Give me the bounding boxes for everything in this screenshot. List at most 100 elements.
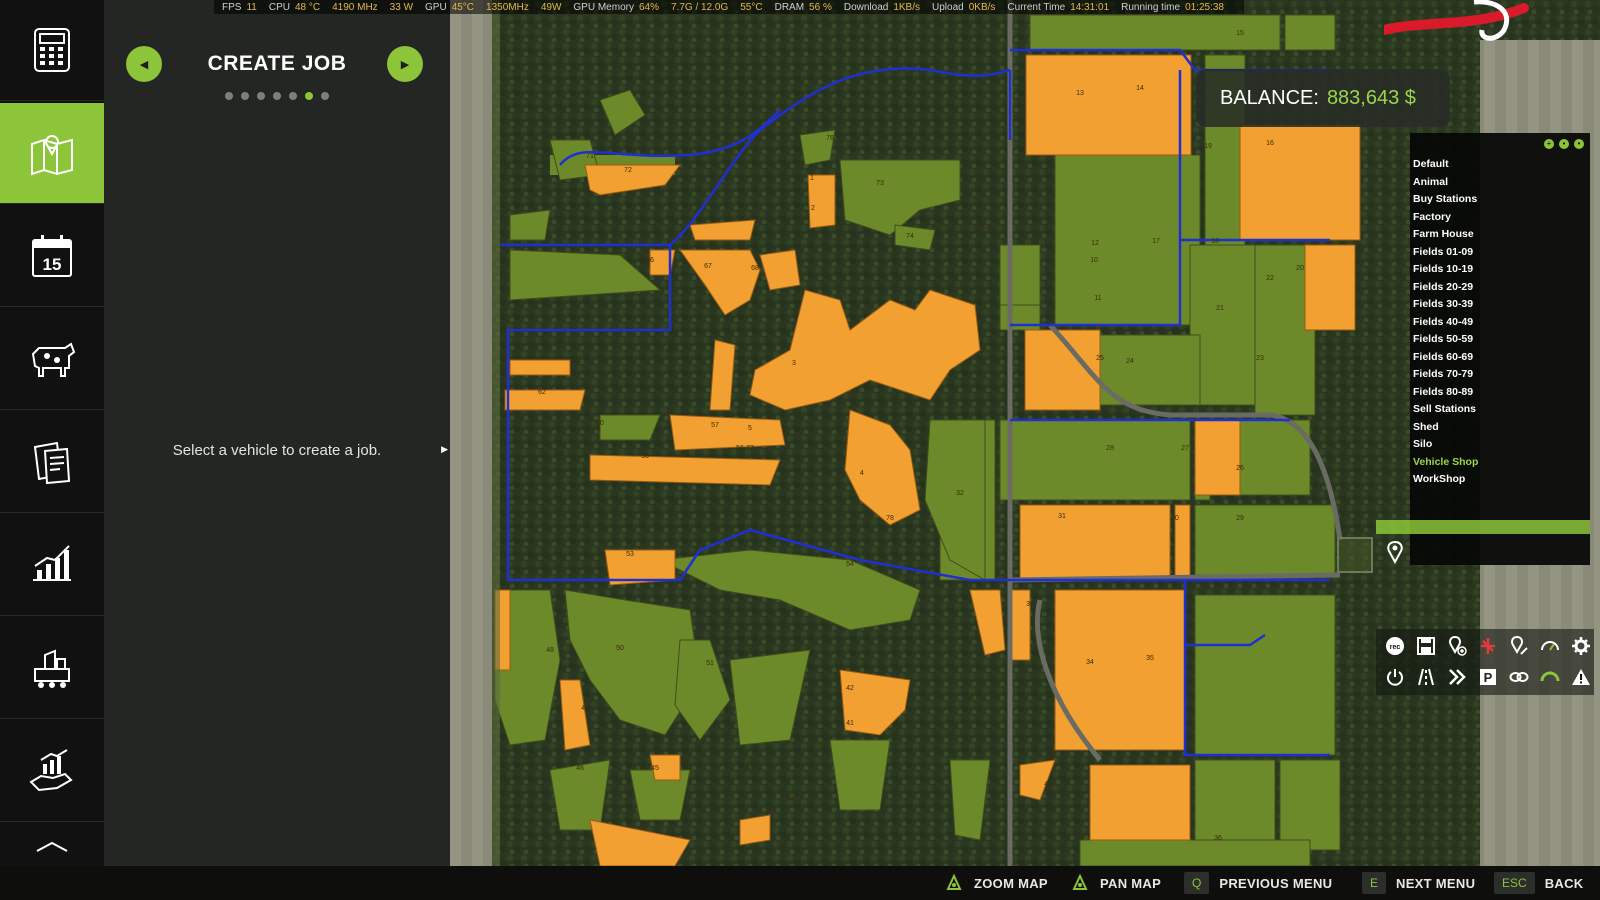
previous-page-button[interactable]: ◀: [126, 46, 162, 82]
field-number-label[interactable]: 51: [706, 660, 714, 667]
close-icon[interactable]: •: [1574, 139, 1584, 149]
sidebar-item-animals[interactable]: [0, 309, 104, 410]
speedometer-button[interactable]: [1535, 631, 1565, 661]
field-number-label[interactable]: 77: [746, 445, 754, 452]
sidebar-item-calculator[interactable]: [0, 0, 104, 101]
settings-button[interactable]: [1566, 631, 1596, 661]
field-number-label[interactable]: 13: [1076, 90, 1084, 97]
field-number-label[interactable]: 40: [1044, 781, 1052, 788]
hotspot-list-item[interactable]: Fields 30-39: [1413, 296, 1478, 314]
sidebar-item-more[interactable]: [0, 824, 104, 866]
field-number-label[interactable]: 65: [666, 347, 674, 354]
page-dot[interactable]: [257, 92, 265, 100]
hotspot-list-item[interactable]: Fields 60-69: [1413, 349, 1478, 367]
fast-forward-button[interactable]: [1442, 662, 1472, 692]
hotspot-list-item[interactable]: Sell Stations: [1413, 401, 1478, 419]
field-number-label[interactable]: 12: [1091, 240, 1099, 247]
field-number-label[interactable]: 9: [1013, 115, 1017, 122]
field-number-label[interactable]: 67: [704, 263, 712, 270]
field-number-label[interactable]: 32: [956, 490, 964, 497]
field-number-label[interactable]: 26: [1236, 465, 1244, 472]
field-number-label[interactable]: 31: [1058, 513, 1066, 520]
field-number-label[interactable]: 43: [786, 795, 794, 802]
hotspot-list-item[interactable]: Silo: [1413, 436, 1478, 454]
page-dot[interactable]: [289, 92, 297, 100]
road-button[interactable]: [1411, 662, 1441, 692]
field-number-label[interactable]: 38: [966, 695, 974, 702]
page-dot[interactable]: [241, 92, 249, 100]
zoom-map-hint[interactable]: ZOOM MAP: [944, 866, 1048, 900]
field-number-label[interactable]: 52: [746, 645, 754, 652]
hotspot-list-item[interactable]: Default: [1413, 156, 1478, 174]
field-number-label[interactable]: 7: [968, 285, 972, 292]
hotspot-list-item[interactable]: Fields 50-59: [1413, 331, 1478, 349]
power-button[interactable]: [1380, 662, 1410, 692]
field-number-label[interactable]: 68: [751, 265, 759, 272]
parking-button[interactable]: P: [1473, 662, 1503, 692]
hotspot-list-item[interactable]: Factory: [1413, 209, 1478, 227]
edit-waypoint-button[interactable]: [1504, 631, 1534, 661]
field-number-label[interactable]: 27: [1181, 445, 1189, 452]
add-icon[interactable]: +: [1544, 139, 1554, 149]
field-number-label[interactable]: 70: [558, 213, 566, 220]
field-number-label[interactable]: 47: [522, 755, 530, 762]
collapse-panel-button[interactable]: ▶: [441, 444, 448, 455]
field-number-label[interactable]: 36: [1214, 835, 1222, 842]
hotspot-list-item[interactable]: Vehicle Shop: [1413, 454, 1478, 472]
hotspot-list-item[interactable]: Fields 80-89: [1413, 384, 1478, 402]
sidebar-item-contracts[interactable]: [0, 412, 104, 513]
sidebar-item-production[interactable]: [0, 618, 104, 719]
link-button[interactable]: [1504, 662, 1534, 692]
hotspot-list-item[interactable]: Animal: [1413, 174, 1478, 192]
field-number-label[interactable]: 18: [1211, 238, 1219, 245]
hotspot-list-item[interactable]: Farm House: [1413, 226, 1478, 244]
field-number-label[interactable]: 66: [646, 257, 654, 264]
field-number-label[interactable]: 1: [810, 175, 814, 182]
field-number-label[interactable]: 11: [1094, 295, 1101, 302]
hotspot-list-item[interactable]: Fields 40-49: [1413, 314, 1478, 332]
previous-menu-hint[interactable]: Q PREVIOUS MENU: [1184, 866, 1332, 900]
field-number-label[interactable]: 10: [1090, 257, 1098, 264]
field-number-label[interactable]: 73: [876, 180, 884, 187]
field-number-label[interactable]: 49: [581, 705, 589, 712]
field-number-label[interactable]: 74: [906, 233, 914, 240]
field-number-label[interactable]: 23: [1256, 355, 1264, 362]
next-page-button[interactable]: ▶: [387, 46, 423, 82]
field-number-label[interactable]: 30: [1171, 515, 1179, 522]
field-number-label[interactable]: 14: [1136, 85, 1144, 92]
field-number-label[interactable]: 5: [748, 425, 752, 432]
back-hint[interactable]: ESC BACK: [1494, 866, 1583, 900]
hotspot-list-item[interactable]: Shed: [1413, 419, 1478, 437]
field-number-label[interactable]: 57: [711, 422, 719, 429]
sidebar-item-map[interactable]: [0, 103, 112, 204]
field-number-label[interactable]: 8: [988, 225, 992, 232]
sidebar-item-finances[interactable]: [0, 721, 104, 822]
field-number-label[interactable]: 56: [736, 445, 744, 452]
field-number-label[interactable]: 24: [1126, 358, 1134, 365]
field-number-label[interactable]: 16: [1266, 140, 1274, 147]
field-number-label[interactable]: 60: [596, 420, 604, 427]
field-number-label[interactable]: 53: [626, 551, 634, 558]
field-number-label[interactable]: 42: [846, 685, 854, 692]
field-number-label[interactable]: 37: [1076, 835, 1084, 842]
field-number-label[interactable]: 76: [826, 135, 834, 142]
field-number-label[interactable]: 62: [538, 389, 546, 396]
gauge-button[interactable]: [1535, 662, 1565, 692]
page-dot[interactable]: [273, 92, 281, 100]
field-number-label[interactable]: 22: [1266, 275, 1274, 282]
page-dot[interactable]: [321, 92, 329, 100]
field-number-label[interactable]: 71: [586, 153, 594, 160]
field-number-label[interactable]: 63: [571, 357, 579, 364]
hotspot-list-item[interactable]: WorkShop: [1413, 471, 1478, 489]
hotspot-list-item[interactable]: Fields 70-79: [1413, 366, 1478, 384]
field-number-label[interactable]: 28: [1106, 445, 1114, 452]
field-number-label[interactable]: 29: [1236, 515, 1244, 522]
field-number-label[interactable]: 59: [556, 451, 564, 458]
field-number-label[interactable]: 34: [1086, 659, 1094, 666]
field-number-label[interactable]: 17: [1152, 238, 1160, 245]
field-number-label[interactable]: 75: [976, 223, 984, 230]
page-dot[interactable]: [225, 92, 233, 100]
field-number-label[interactable]: 25: [1096, 355, 1104, 362]
sidebar-item-calendar[interactable]: 15: [0, 206, 104, 307]
hotspot-list-item[interactable]: Fields 20-29: [1413, 279, 1478, 297]
